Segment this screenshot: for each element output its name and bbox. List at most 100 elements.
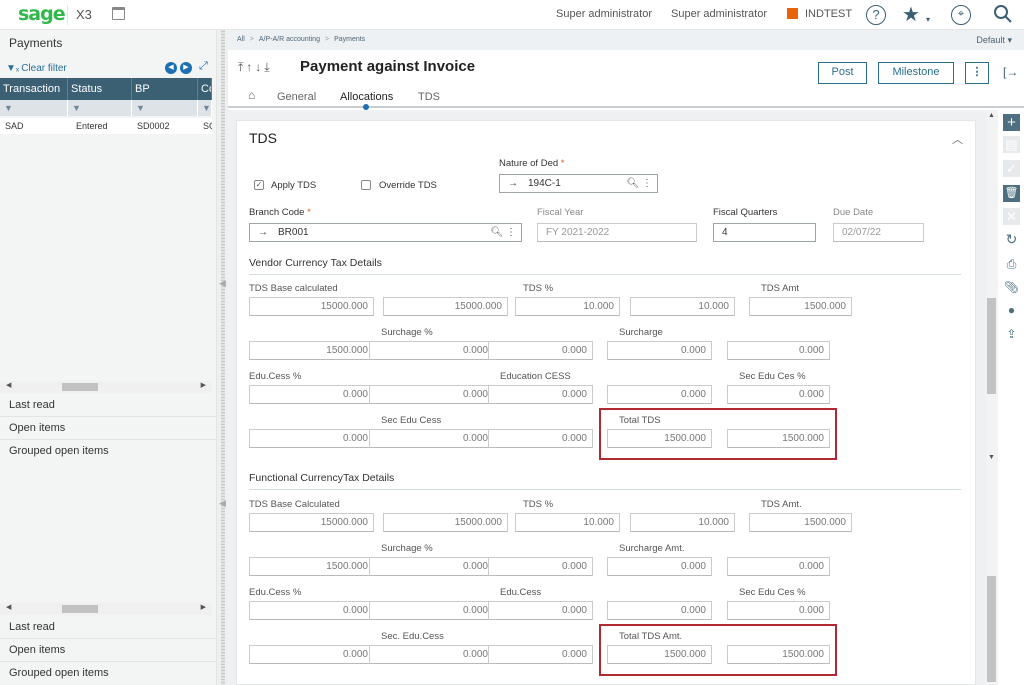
- column-header[interactable]: Status: [68, 78, 132, 100]
- filter-icon[interactable]: ▼: [132, 100, 198, 116]
- nature-of-ded-field[interactable]: → 194C-1 🔍︎ ⋮: [499, 174, 658, 193]
- vendor-amount-field[interactable]: 0.000: [488, 385, 593, 404]
- vendor-amount-field[interactable]: 0.000: [488, 341, 593, 360]
- vendor-amount-field[interactable]: 0.000: [727, 385, 830, 404]
- milestone-button[interactable]: Milestone: [878, 62, 954, 84]
- previous-icon[interactable]: ◀: [165, 62, 177, 74]
- functional-amount-field[interactable]: 0.000: [488, 557, 593, 576]
- scroll-down-icon[interactable]: ▼: [988, 454, 995, 461]
- user-name[interactable]: Super administrator: [556, 8, 652, 20]
- collapse-left-icon[interactable]: ◀: [219, 498, 226, 509]
- lookup-icon[interactable]: 🔍︎ ⋮: [627, 175, 652, 192]
- vendor-amount-field[interactable]: 0.000: [369, 385, 494, 404]
- vendor-amount-field[interactable]: 1500.000: [249, 341, 374, 360]
- collapse-left-icon[interactable]: ◀: [219, 278, 226, 289]
- vendor-amount-field[interactable]: 0.000: [249, 429, 374, 448]
- user-role[interactable]: Super administrator: [671, 8, 767, 20]
- panel-splitter[interactable]: ◀ ◀: [216, 30, 228, 685]
- expand-icon[interactable]: ⤢: [199, 60, 208, 73]
- next-icon[interactable]: ▶: [180, 62, 192, 74]
- functional-amount-field[interactable]: 1500.000: [749, 513, 852, 532]
- vendor-amount-field[interactable]: 0.000: [249, 385, 374, 404]
- help-icon[interactable]: ?: [866, 5, 886, 25]
- functional-amount-field[interactable]: 0.000: [727, 557, 830, 576]
- add-icon[interactable]: +: [1003, 114, 1020, 131]
- clear-filter-link[interactable]: ▼ₓ Clear filter: [6, 63, 67, 74]
- functional-amount-field[interactable]: 0.000: [727, 601, 830, 620]
- delete-trash-icon[interactable]: 🗑︎: [1003, 185, 1020, 202]
- link-grouped-open-items[interactable]: Grouped open items: [0, 662, 216, 685]
- horizontal-scrollbar[interactable]: ◀ ▶: [0, 381, 212, 393]
- search-icon[interactable]: [992, 4, 1014, 26]
- table-row[interactable]: SAD Entered SD0002 SC: [0, 118, 212, 134]
- breadcrumb-item[interactable]: All: [237, 36, 245, 43]
- override-tds-checkbox[interactable]: [361, 180, 371, 190]
- vertical-scrollbar[interactable]: ▲ ▼: [986, 110, 998, 685]
- vendor-amount-field[interactable]: 0.000: [369, 341, 494, 360]
- scroll-up-icon[interactable]: ▲: [988, 112, 995, 119]
- tab-allocations[interactable]: Allocations: [340, 91, 393, 103]
- fiscal-quarters-field[interactable]: 4: [713, 223, 816, 242]
- column-header[interactable]: BP: [132, 78, 198, 100]
- filter-icon[interactable]: ▼: [198, 100, 212, 116]
- filter-icon[interactable]: ▼: [0, 100, 68, 116]
- scrollbar-thumb[interactable]: [987, 298, 996, 394]
- refresh-icon[interactable]: ↻: [1003, 231, 1020, 248]
- scrollbar-thumb[interactable]: [987, 576, 996, 682]
- comment-icon[interactable]: ●: [1003, 302, 1020, 319]
- chevron-down-icon[interactable]: ▾: [926, 9, 930, 31]
- column-header[interactable]: Co: [198, 78, 212, 100]
- vendor-amount-field[interactable]: 0.000: [727, 341, 830, 360]
- arrow-right-icon[interactable]: →: [258, 227, 268, 238]
- tab-general[interactable]: General: [277, 91, 316, 103]
- vendor-amount-field[interactable]: 0.000: [607, 341, 712, 360]
- home-icon[interactable]: ⌂: [248, 88, 255, 102]
- calendar-icon[interactable]: [112, 7, 125, 20]
- functional-amount-field[interactable]: 15000.000: [249, 513, 374, 532]
- favorites-star-icon[interactable]: ★: [900, 4, 922, 26]
- sage-logo[interactable]: sage: [18, 3, 66, 25]
- vendor-amount-field[interactable]: 10.000: [630, 297, 735, 316]
- print-icon[interactable]: ⎙: [1003, 256, 1020, 273]
- breadcrumb-item[interactable]: A/P-A/R accounting: [259, 36, 320, 43]
- functional-amount-field[interactable]: 0.000: [607, 557, 712, 576]
- link-open-items[interactable]: Open items: [0, 417, 216, 440]
- breadcrumb-item[interactable]: Payments: [334, 36, 365, 43]
- vendor-amount-field[interactable]: 10.000: [515, 297, 620, 316]
- link-last-read[interactable]: Last read: [0, 394, 216, 417]
- link-open-items[interactable]: Open items: [0, 639, 216, 662]
- arrow-right-icon[interactable]: →: [508, 178, 518, 189]
- functional-amount-field[interactable]: 0.000: [488, 601, 593, 620]
- filter-icon[interactable]: ▼: [68, 100, 132, 116]
- functional-amount-field[interactable]: 0.000: [369, 645, 494, 664]
- lookup-icon[interactable]: 🔍︎ ⋮: [491, 224, 516, 241]
- link-grouped-open-items[interactable]: Grouped open items: [0, 440, 216, 463]
- collapse-icon[interactable]: ︿: [952, 131, 963, 147]
- functional-amount-field[interactable]: 0.000: [607, 601, 712, 620]
- record-nav-arrows[interactable]: ⤒↑↓⤓: [238, 60, 273, 75]
- branch-code-field[interactable]: → BR001 🔍︎ ⋮: [249, 223, 522, 242]
- vendor-amount-field[interactable]: 15000.000: [249, 297, 374, 316]
- view-selector[interactable]: Default ▾: [976, 35, 1012, 46]
- more-options-button[interactable]: ⋮: [965, 62, 989, 84]
- exit-icon[interactable]: [→: [1003, 65, 1018, 79]
- apply-tds-checkbox[interactable]: ✓: [254, 180, 264, 190]
- vendor-amount-field[interactable]: 0.000: [369, 429, 494, 448]
- vendor-amount-field[interactable]: 0.000: [607, 385, 712, 404]
- export-share-icon[interactable]: ⇪: [1003, 326, 1020, 343]
- functional-amount-field[interactable]: 0.000: [249, 601, 374, 620]
- vendor-amount-field[interactable]: 1500.000: [749, 297, 852, 316]
- link-last-read[interactable]: Last read: [0, 616, 216, 639]
- column-header[interactable]: Transaction: [0, 78, 68, 100]
- post-button[interactable]: Post: [818, 62, 867, 84]
- site-name[interactable]: INDTEST: [805, 8, 852, 20]
- vendor-amount-field[interactable]: 0.000: [488, 429, 593, 448]
- functional-amount-field[interactable]: 0.000: [488, 645, 593, 664]
- horizontal-scrollbar[interactable]: ◀ ▶: [0, 603, 212, 615]
- tab-tds[interactable]: TDS: [418, 91, 440, 103]
- functional-amount-field[interactable]: 10.000: [515, 513, 620, 532]
- attachment-paperclip-icon[interactable]: 📎︎: [1003, 279, 1020, 296]
- functional-amount-field[interactable]: 1500.000: [249, 557, 374, 576]
- functional-amount-field[interactable]: 0.000: [369, 601, 494, 620]
- functional-amount-field[interactable]: 0.000: [249, 645, 374, 664]
